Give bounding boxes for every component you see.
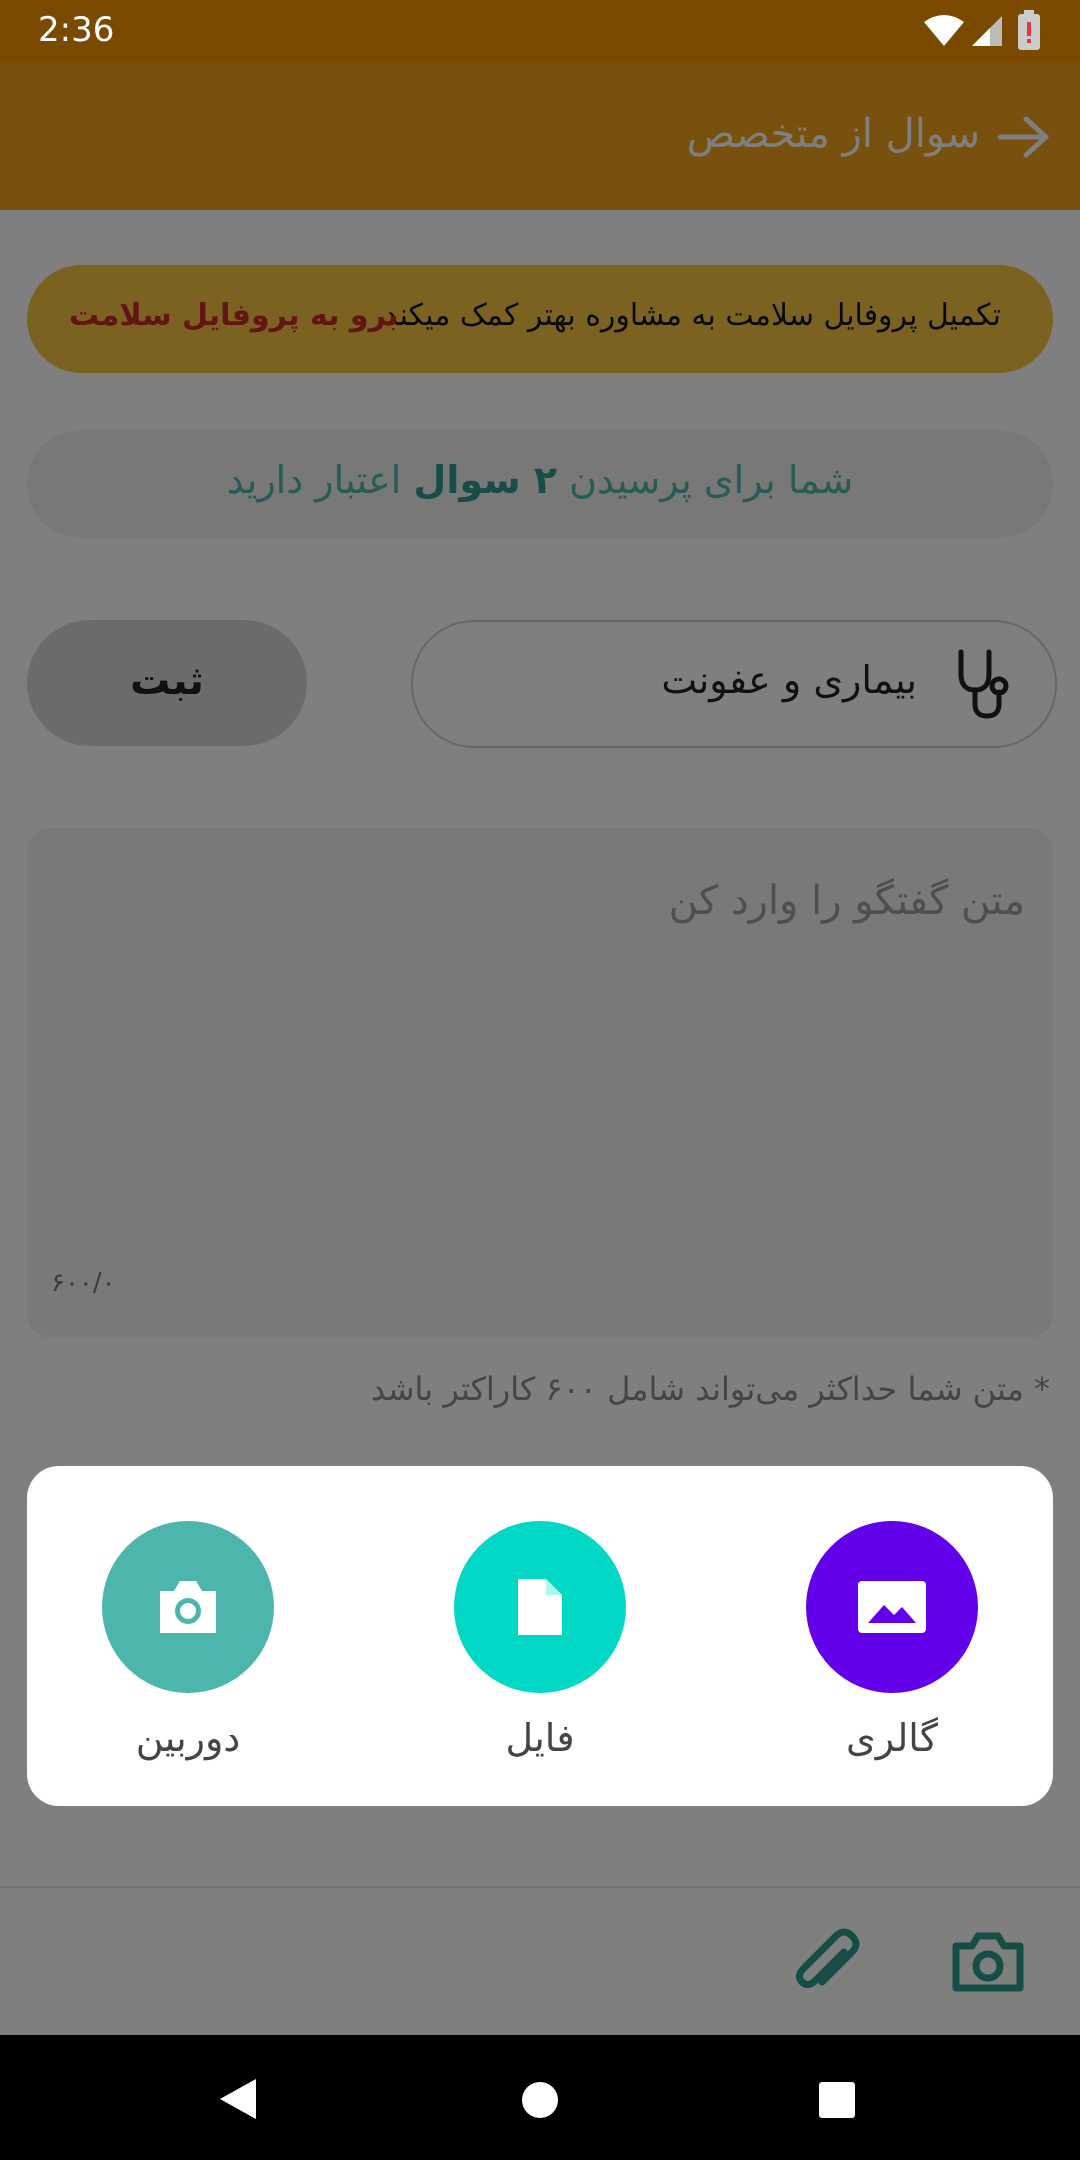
camera-option-label: دوربین [135,1716,241,1760]
system-nav-bar [0,2035,1080,2160]
signal-icon [972,16,1002,46]
file-option-button[interactable] [454,1521,626,1693]
gallery-option-button[interactable] [806,1521,978,1693]
status-time: 2:36 [38,10,115,50]
image-icon [858,1581,926,1633]
battery-icon [1018,10,1040,50]
home-nav-icon[interactable] [521,2081,559,2119]
gallery-option-label: گالری [846,1716,938,1760]
wifi-icon [924,15,964,46]
status-bar: 2:36 [0,0,1080,63]
recents-nav-icon[interactable] [818,2081,856,2119]
file-icon [518,1579,562,1635]
camera-icon [160,1581,216,1633]
attachment-picker-sheet: دوربین فایل گالری [27,1466,1053,1806]
camera-option-button[interactable] [102,1521,274,1693]
back-nav-icon[interactable] [218,2077,258,2121]
file-option-label: فایل [505,1716,575,1760]
